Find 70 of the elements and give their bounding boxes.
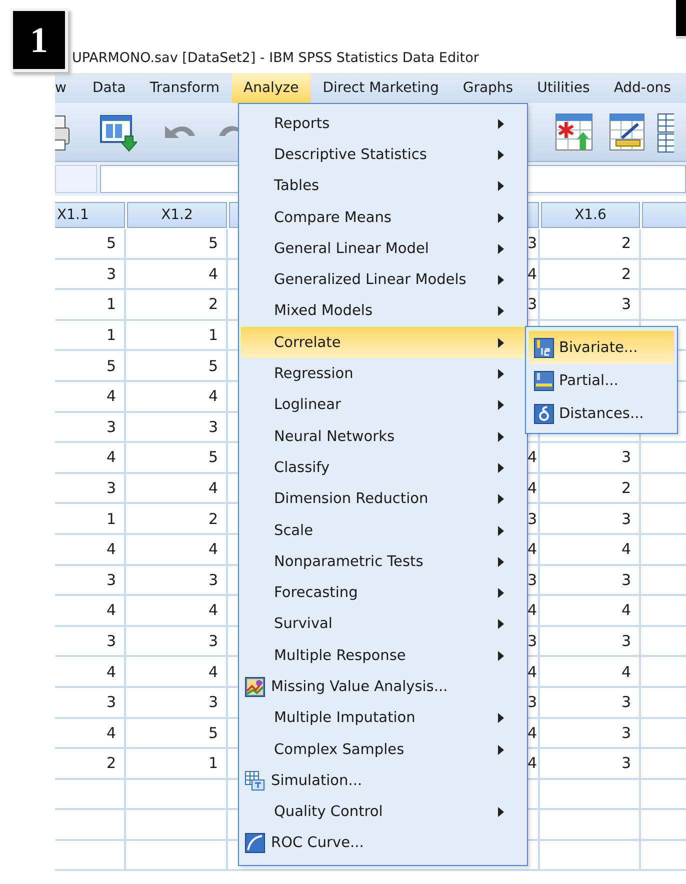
table-cell: 2: [540, 474, 641, 504]
table-cell: 1: [55, 504, 126, 535]
table-cell: 4: [126, 534, 228, 566]
table-cell: 1: [55, 290, 126, 321]
table-cell: 4: [55, 534, 126, 566]
menu-label: Distances...: [559, 406, 644, 422]
menu-label: Neural Networks: [274, 428, 395, 445]
table-cell: 2: [55, 749, 126, 780]
table-cell: 2: [540, 229, 641, 260]
table-cell: 3: [55, 412, 126, 444]
table-cell: 3: [540, 504, 641, 535]
table-cell: 3: [55, 626, 126, 658]
table-cell: 3: [540, 566, 641, 596]
table-cell: 4: [55, 382, 126, 413]
menu-label: Tables: [274, 178, 320, 194]
menu-label: Loglinear: [274, 397, 341, 414]
table-cell: 2: [126, 290, 228, 321]
table-cell: 4: [126, 474, 228, 504]
table-cell: 3: [540, 443, 641, 474]
table-cell: 5: [126, 229, 228, 260]
table-cell: 4: [126, 657, 228, 688]
menu-label: Compare Means: [274, 210, 392, 226]
table-cell: 4: [55, 657, 126, 688]
table-cell: 4: [540, 596, 641, 627]
table-cell: 3: [540, 626, 641, 658]
table-cell: 3: [540, 688, 641, 718]
table-cell: 3: [55, 260, 126, 290]
table-cell: 4: [55, 443, 126, 474]
table-cell: 4: [540, 657, 641, 688]
menu-label: Mixed Models: [274, 303, 372, 320]
table-cell: 4: [55, 718, 126, 750]
menu-label: Correlate: [274, 334, 341, 351]
menu-label: Partial...: [559, 372, 618, 388]
menu-label: Generalized Linear Models: [274, 272, 466, 288]
table-cell: 4: [126, 596, 228, 627]
table-cell: 3: [126, 626, 228, 658]
table-cell: 3: [55, 474, 126, 504]
table-cell: 3: [126, 566, 228, 596]
table-cell: 3: [126, 688, 228, 718]
window-title: UPARMONO.sav [DataSet2] - IBM SPSS Statistics Data Editor: [71, 49, 480, 68]
table-cell: 3: [540, 749, 641, 780]
table-cell: 2: [126, 504, 228, 535]
menu-label: Bivariate...: [559, 340, 638, 356]
table-cell: 3: [55, 566, 126, 596]
table-cell: 4: [55, 596, 126, 627]
table-cell: 4: [126, 382, 228, 413]
menu-label: Reports: [274, 116, 330, 132]
step-badge: 1: [10, 8, 68, 72]
table-cell: 5: [126, 443, 228, 474]
table-cell: 2: [540, 260, 641, 290]
table-cell: 5: [55, 351, 126, 382]
table-cell: 3: [540, 290, 641, 321]
table-cell: 1: [126, 749, 228, 780]
menu-label: Quality Control: [274, 804, 383, 820]
menu-label: Descriptive Statistics: [274, 146, 427, 163]
menu-label: General Linear Model: [274, 240, 429, 257]
menu-label: Regression: [274, 366, 354, 382]
table-cell: 4: [126, 260, 228, 290]
menu-label: Classify: [274, 460, 330, 476]
table-cell: 5: [126, 718, 228, 750]
table-cell: 1: [55, 320, 126, 352]
table-cell: 5: [126, 351, 228, 382]
menu-label: ROC Curve...: [271, 835, 364, 852]
table-cell: 3: [540, 718, 641, 750]
table-cell: 3: [55, 688, 126, 718]
table-cell: 5: [55, 229, 126, 260]
table-cell: 1: [126, 320, 228, 352]
table-cell: 3: [126, 412, 228, 444]
menu-label: Dimension Reduction: [274, 491, 428, 508]
table-cell: 4: [540, 534, 641, 566]
